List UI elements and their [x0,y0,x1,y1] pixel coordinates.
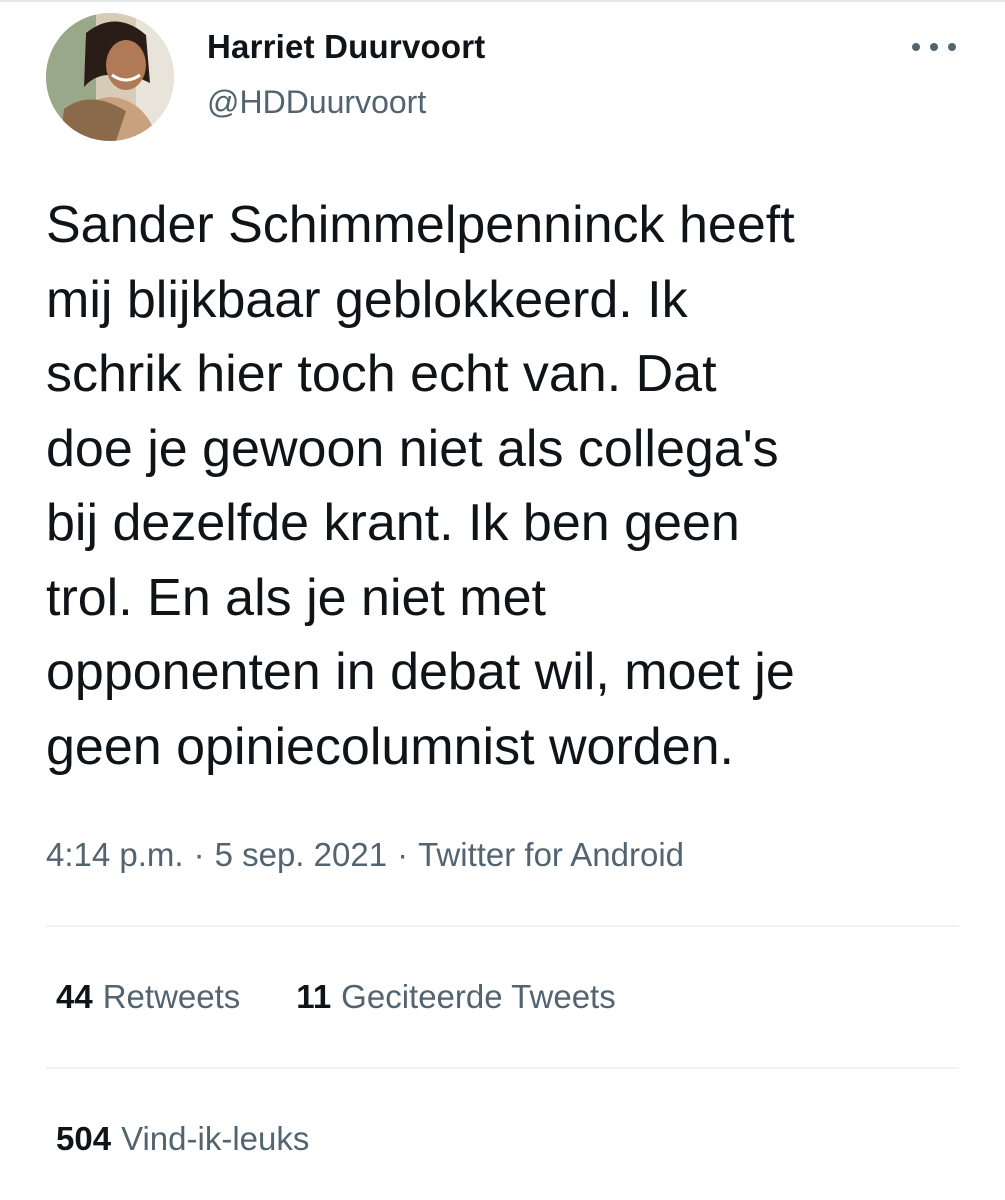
tweet-time[interactable]: 4:14 p.m. [46,836,184,873]
more-horizontal-icon [912,43,920,51]
tweet-text-line: mij blijkbaar geblokkeerd. Ik [46,270,688,329]
divider [46,925,959,927]
tweet-text-line: geen opiniecolumnist worden. [46,717,734,776]
more-options-button[interactable] [912,30,956,64]
tweet-text: Sander Schimmelpenninck heeft mij blijkb… [46,188,976,784]
more-horizontal-icon [948,43,956,51]
retweets-count: 44 [56,978,93,1015]
likes-label: Vind-ik-leuks [121,1120,310,1157]
retweets-stat[interactable]: 44 Retweets [56,978,240,1016]
tweet-detail: Harriet Duurvoort @HDDuurvoort Sander Sc… [0,0,1005,1200]
meta-separator: · [193,836,205,873]
engagement-stats-row: 44 Retweets 11 Geciteerde Tweets [56,978,616,1016]
author-name[interactable]: Harriet Duurvoort [207,28,485,66]
divider [46,1067,959,1069]
author-handle[interactable]: @HDDuurvoort [207,84,426,121]
tweet-text-line: opponenten in debat wil, moet je [46,643,795,701]
tweet-text-line: Sander Schimmelpenninck heeft [46,196,795,254]
tweet-text-line: bij dezelfde krant. Ik ben geen [46,494,740,552]
tweet-text-line: doe je gewoon niet als collega's [46,419,779,478]
quote-tweets-stat[interactable]: 11 Geciteerde Tweets [296,978,615,1016]
quote-tweets-count: 11 [296,978,332,1015]
tweet-source[interactable]: Twitter for Android [418,836,684,873]
likes-stat[interactable]: 504 Vind-ik-leuks [56,1120,309,1158]
tweet-text-line: trol. En als je niet met [46,568,546,627]
avatar[interactable] [46,13,174,141]
tweet-metadata: 4:14 p.m. · 5 sep. 2021 · Twitter for Androi… [46,836,684,874]
quote-tweets-label: Geciteerde Tweets [341,978,616,1015]
avatar-image [46,13,174,141]
tweet-text-line: schrik hier toch echt van. Dat [46,345,717,403]
meta-separator: · [397,836,409,873]
likes-stats-row: 504 Vind-ik-leuks [56,1120,309,1158]
tweet-date[interactable]: 5 sep. 2021 [215,836,387,873]
retweets-label: Retweets [102,978,241,1015]
more-horizontal-icon [930,43,938,51]
likes-count: 504 [56,1120,112,1157]
